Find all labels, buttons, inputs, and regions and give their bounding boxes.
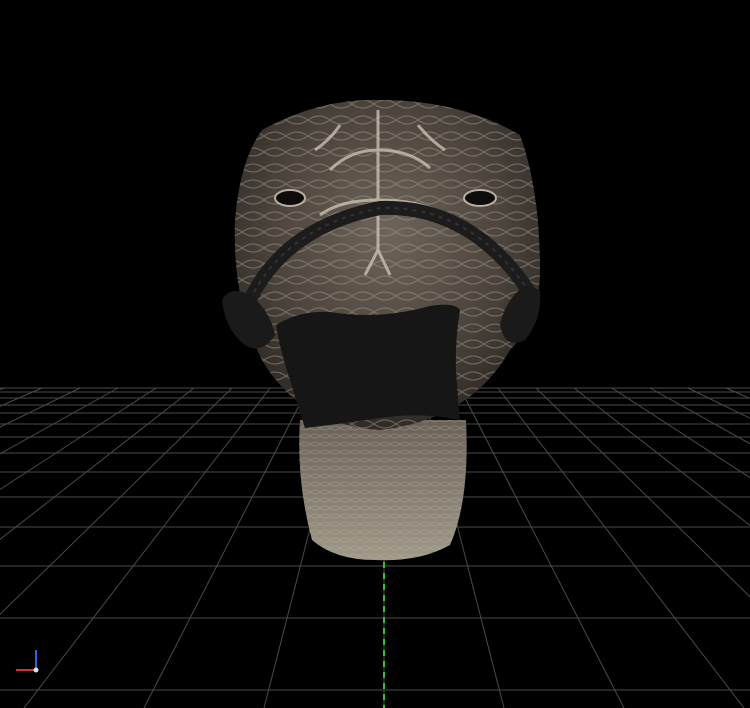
- lizard-head-model[interactable]: [222, 99, 541, 561]
- mouth-gag: [276, 304, 460, 428]
- grid-line: [143, 387, 309, 708]
- grid-line: [459, 387, 625, 708]
- grid-line: [535, 387, 750, 598]
- right-eye: [463, 189, 497, 207]
- grid-line: [611, 387, 750, 479]
- axis-gizmo[interactable]: [16, 650, 39, 673]
- grid-line: [0, 387, 5, 391]
- grid-line: [573, 387, 750, 527]
- grid-line: [0, 387, 233, 616]
- grid-line: [497, 387, 745, 708]
- viewport-scene: [0, 99, 750, 708]
- grid-line: [23, 387, 271, 708]
- grid-line: [0, 387, 119, 455]
- grid-line: [725, 387, 750, 399]
- 3d-viewport[interactable]: [0, 0, 750, 708]
- grid-line: [687, 387, 750, 419]
- grid-line: [0, 387, 195, 541]
- left-eye: [274, 189, 306, 207]
